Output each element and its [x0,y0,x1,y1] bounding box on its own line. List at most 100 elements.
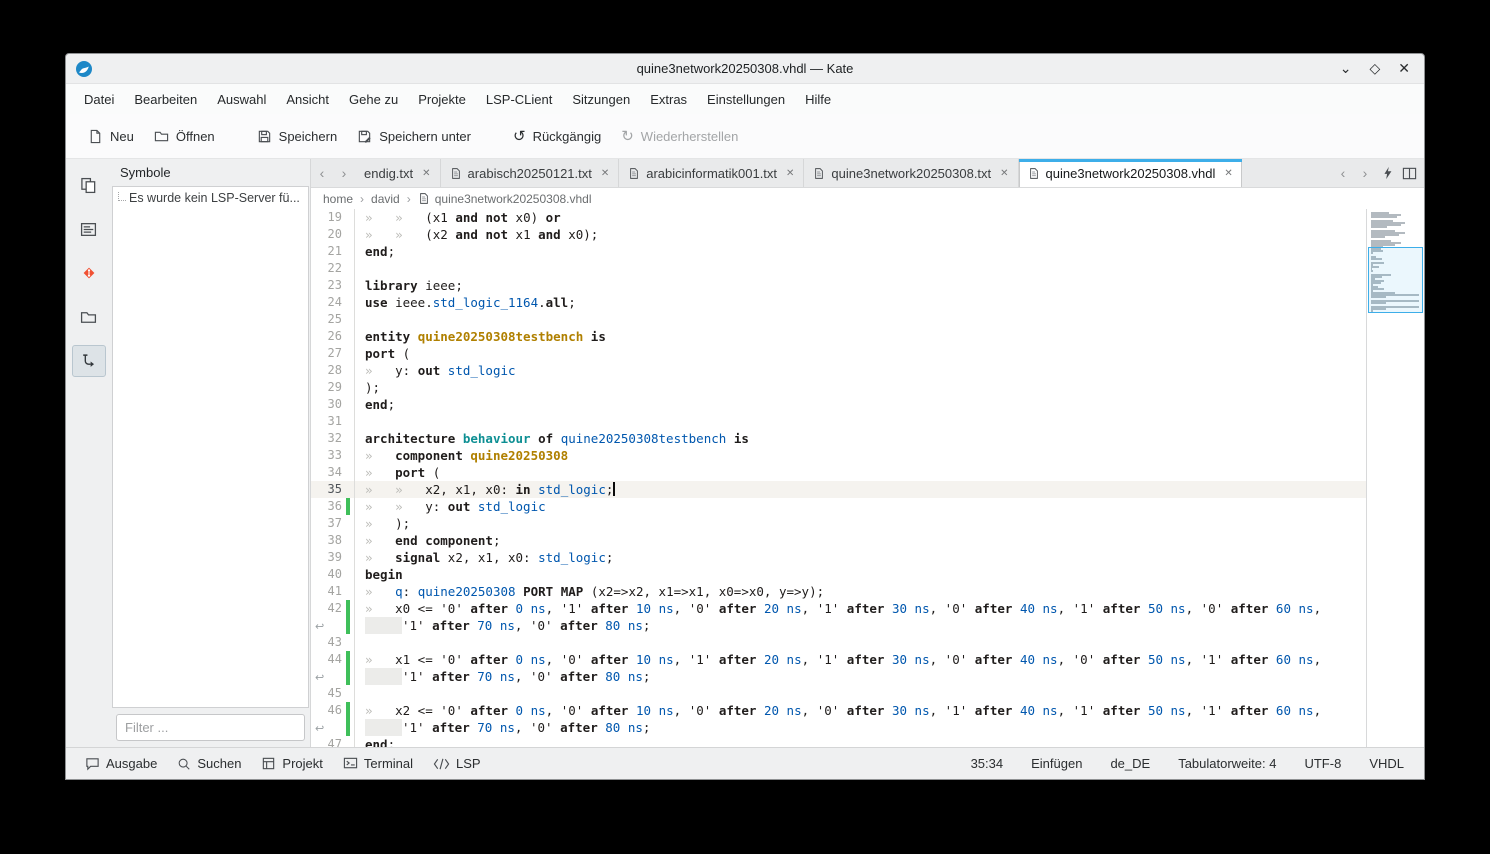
tabs-next-icon[interactable]: › [1354,159,1376,187]
tabs-scroll-right-icon[interactable]: › [333,159,355,187]
toolview-lsp-symbols-button[interactable] [72,345,106,377]
statusbar-cursor-position[interactable]: 35:34 [971,756,1004,771]
close-icon[interactable]: ✕ [1398,62,1410,76]
titlebar[interactable]: quine3network20250308.vhdl — Kate ⌄ ◇ ✕ [66,54,1424,84]
code-line-30[interactable]: 30end; [311,396,1366,413]
statusbar-terminal-button[interactable]: Terminal [334,752,422,775]
gutter[interactable]: 21 [311,243,355,260]
statusbar-tab-width[interactable]: Tabulatorweite: 4 [1178,756,1276,771]
code-line-46[interactable]: 46» x2 <= '0' after 0 ns, '0' after 10 n… [311,702,1366,719]
code-line-38[interactable]: 38» end component; [311,532,1366,549]
code-line-41[interactable]: 41» q: quine20250308 PORT MAP (x2=>x2, x… [311,583,1366,600]
code-line-37[interactable]: 37» ); [311,515,1366,532]
gutter[interactable]: 39 [311,549,355,566]
breadcrumb-item-home[interactable]: home [323,192,353,206]
gutter[interactable]: 42 [311,600,355,617]
menu-gehe-zu[interactable]: Gehe zu [339,87,408,112]
gutter[interactable]: 47 [311,736,355,747]
code-line-45[interactable]: 45 [311,685,1366,702]
toolbar-speichern-button[interactable]: Speichern [247,122,348,151]
minimap[interactable] [1366,209,1424,747]
gutter[interactable]: 29 [311,379,355,396]
minimap-viewport[interactable] [1368,247,1423,313]
gutter[interactable]: 26 [311,328,355,345]
tab-arabisch20250121-txt[interactable]: arabisch20250121.txt✕ [441,159,620,187]
code-area[interactable]: 19» » (x1 and not x0) or20» » (x2 and no… [311,209,1366,747]
toolbar-neu-button[interactable]: Neu [78,122,144,151]
split-view-icon[interactable] [1398,159,1420,187]
gutter[interactable]: 34 [311,464,355,481]
tab-close-icon[interactable]: ✕ [1000,168,1008,179]
gutter[interactable]: 31 [311,413,355,430]
gutter[interactable]: 22 [311,260,355,277]
code-line-20[interactable]: 20» » (x2 and not x1 and x0); [311,226,1366,243]
tab-endig-txt[interactable]: endig.txt✕ [355,159,441,187]
code-line-34[interactable]: 34» port ( [311,464,1366,481]
code-line-43[interactable]: 43 [311,634,1366,651]
menu-hilfe[interactable]: Hilfe [795,87,841,112]
code-line-29[interactable]: 29); [311,379,1366,396]
gutter[interactable]: 35 [311,481,355,498]
statusbar-lsp-button[interactable]: LSP [424,752,490,775]
code-line-27[interactable]: 27port ( [311,345,1366,362]
filter-input[interactable] [116,714,305,741]
code-line-47[interactable]: 47end; [311,736,1366,747]
tabs-scroll-left-icon[interactable]: ‹ [311,159,333,187]
statusbar-syntax-mode[interactable]: VHDL [1369,756,1404,771]
code-line-42[interactable]: 42» x0 <= '0' after 0 ns, '1' after 10 n… [311,600,1366,617]
code-line-26[interactable]: 26entity quine20250308testbench is [311,328,1366,345]
code-line-35[interactable]: 35» » x2, x1, x0: in std_logic; [311,481,1366,498]
toolview-outline-button[interactable] [72,213,106,245]
gutter[interactable]: 38 [311,532,355,549]
gutter[interactable]: 25 [311,311,355,328]
gutter[interactable]: 37 [311,515,355,532]
breadcrumb-file[interactable]: quine3network20250308.vhdl [418,192,592,206]
gutter[interactable]: 43 [311,634,355,651]
statusbar-insert-mode[interactable]: Einfügen [1031,756,1082,771]
maximize-icon[interactable]: ◇ [1369,62,1380,76]
code-line-wrap[interactable]: ↩'1' after 70 ns, '0' after 80 ns; [311,719,1366,736]
menu-extras[interactable]: Extras [640,87,697,112]
code-line-23[interactable]: 23library ieee; [311,277,1366,294]
code-line-44[interactable]: 44» x1 <= '0' after 0 ns, '0' after 10 n… [311,651,1366,668]
gutter[interactable]: 19 [311,209,355,226]
menu-einstellungen[interactable]: Einstellungen [697,87,795,112]
code-line-25[interactable]: 25 [311,311,1366,328]
toolview-filesystem-button[interactable] [72,301,106,333]
statusbar-suchen-button[interactable]: Suchen [168,752,250,775]
code-line-36[interactable]: 36» » y: out std_logic [311,498,1366,515]
code-line-31[interactable]: 31 [311,413,1366,430]
symbols-tree[interactable]: Es wurde kein LSP-Server fü... [112,186,309,708]
gutter[interactable]: 45 [311,685,355,702]
toolview-documents-button[interactable] [72,169,106,201]
tab-close-icon[interactable]: ✕ [786,168,794,179]
gutter[interactable]: ↩ [311,719,355,736]
tab-arabicinformatik001-txt[interactable]: arabicinformatik001.txt✕ [619,159,804,187]
menu-projekte[interactable]: Projekte [408,87,476,112]
gutter[interactable]: 28 [311,362,355,379]
breadcrumb-item-david[interactable]: david [371,192,400,206]
tab-quine3network20250308-txt[interactable]: quine3network20250308.txt✕ [804,159,1018,187]
gutter[interactable]: 24 [311,294,355,311]
code-line-wrap[interactable]: ↩'1' after 70 ns, '0' after 80 ns; [311,668,1366,685]
code-line-22[interactable]: 22 [311,260,1366,277]
gutter[interactable]: 23 [311,277,355,294]
code-line-28[interactable]: 28» y: out std_logic [311,362,1366,379]
tabs-prev-icon[interactable]: ‹ [1332,159,1354,187]
statusbar-dictionary[interactable]: de_DE [1110,756,1150,771]
gutter[interactable]: 32 [311,430,355,447]
toolbar-speichern-unter-button[interactable]: Speichern unter [347,122,481,151]
code-line-24[interactable]: 24use ieee.std_logic_1164.all; [311,294,1366,311]
tab-close-icon[interactable]: ✕ [601,168,609,179]
gutter[interactable]: 20 [311,226,355,243]
menu-lsp-client[interactable]: LSP-CLient [476,87,562,112]
menu-sitzungen[interactable]: Sitzungen [562,87,640,112]
gutter[interactable]: 46 [311,702,355,719]
gutter[interactable]: ↩ [311,617,355,634]
gutter[interactable]: 41 [311,583,355,600]
code-line-39[interactable]: 39» signal x2, x1, x0: std_logic; [311,549,1366,566]
tab-close-icon[interactable]: ✕ [1224,168,1232,179]
toolbar-wiederherstellen-button[interactable]: ↻Wiederherstellen [611,122,748,151]
menu-ansicht[interactable]: Ansicht [276,87,339,112]
quick-open-icon[interactable] [1376,159,1398,187]
